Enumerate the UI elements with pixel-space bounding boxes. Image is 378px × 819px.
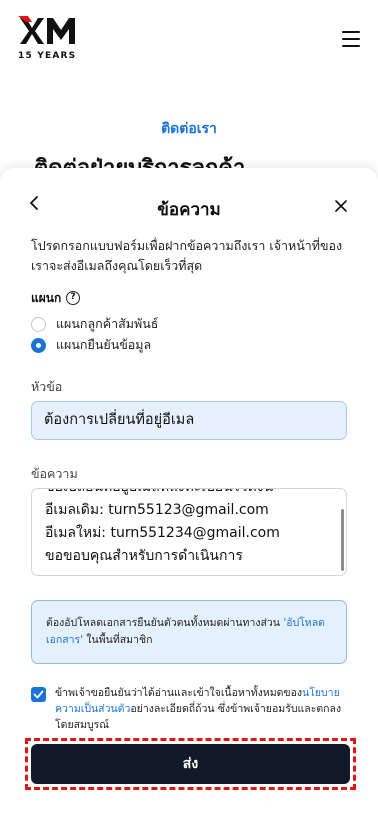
xm-logo-mark (18, 16, 75, 44)
consent-text-start: ข้าพเจ้าขอยืนยันว่าได้อ่านและเข้าใจเนื้อ… (55, 687, 303, 699)
message-line: ขอขอบคุณสำหรับการดำเนินการ (45, 548, 243, 564)
radio-verification[interactable]: แผนกยืนยันข้อมูล (31, 336, 151, 354)
message-label: ข้อความ (31, 466, 78, 481)
radio-label: แผนกยืนยันข้อมูล (56, 337, 152, 352)
logo-subtitle: 15 YEARS (18, 51, 77, 61)
submit-button[interactable]: ส่ง (31, 744, 350, 784)
radio-button-selected[interactable] (31, 337, 46, 353)
radio-button[interactable] (31, 316, 46, 332)
subject-label: หัวข้อ (31, 379, 63, 394)
consent-text: ข้าพเจ้าขอยืนยันว่าได้อ่านและเข้าใจเนื้อ… (55, 685, 351, 733)
subject-input[interactable]: ต้องการเปลี่ยนที่อยู่อีเมล (31, 401, 347, 440)
consent-checkbox[interactable] (31, 687, 46, 702)
xm-logo[interactable]: 15 YEARS (18, 16, 78, 62)
radio-customer-relations[interactable]: แผนกลูกค้าสัมพันธ์ (31, 315, 158, 333)
message-line: อีเมลเดิม: turn55123@gmail.com (45, 502, 269, 518)
contact-us-link[interactable]: ติดต่อเรา (0, 118, 378, 140)
close-icon[interactable] (334, 198, 348, 212)
sheet-title: ข้อความ (157, 200, 221, 220)
upload-info-box: ต้องอัปโหลดเอกสารยืนยันตัวตนทั้งหมดผ่านท… (31, 600, 347, 664)
submit-highlight: ส่ง (25, 738, 356, 790)
intro-text: โปรดกรอกแบบฟอร์มเพื่อฝากข้อความถึงเรา เจ… (31, 238, 343, 273)
hamburger-icon[interactable] (342, 31, 360, 47)
textarea-scrollbar[interactable] (341, 509, 344, 571)
message-line: ขอเปลี่ยนที่อยู่อีเมลที่ลงทะเบียนไว้ดังน… (45, 489, 280, 499)
info-text: ต้องอัปโหลดเอกสารยืนยันตัวตนทั้งหมดผ่านท… (46, 617, 284, 629)
message-sheet: ข้อความ โปรดกรอกแบบฟอร์มเพื่อฝากข้อความถ… (0, 168, 378, 819)
department-label: แผนก (31, 291, 62, 305)
message-textarea[interactable]: ขอเปลี่ยนที่อยู่อีเมลที่ลงทะเบียนไว้ดังน… (31, 488, 347, 576)
sheet-header: ข้อความ (0, 168, 378, 230)
help-icon[interactable]: ? (66, 291, 80, 305)
message-line: อีเมลใหม่: turn551234@gmail.com (45, 525, 280, 541)
info-text-end: ในพื้นที่สมาชิก (83, 634, 153, 646)
message-content: ขอเปลี่ยนที่อยู่อีเมลที่ลงทะเบียนไว้ดังน… (45, 489, 280, 568)
check-icon (33, 690, 44, 699)
radio-label: แผนกลูกค้าสัมพันธ์ (56, 316, 159, 331)
